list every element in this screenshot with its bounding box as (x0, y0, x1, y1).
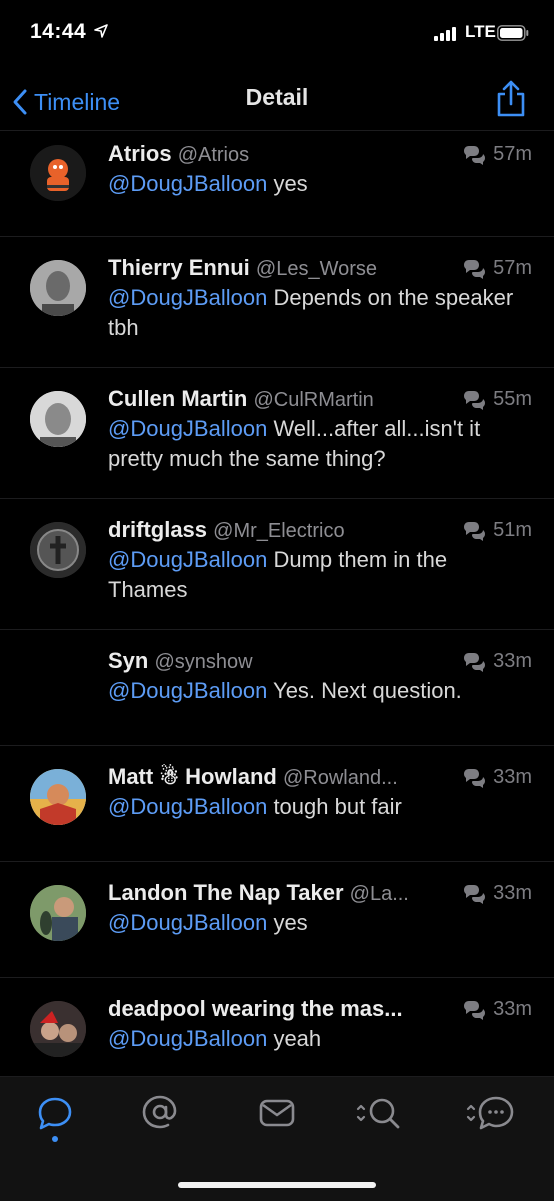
network-type: LTE (465, 22, 496, 41)
tweet-time: 51m (493, 519, 532, 541)
tweet-meta: 57m (461, 143, 532, 166)
author-name: Syn (108, 648, 149, 673)
battery-icon (497, 25, 529, 46)
list-item[interactable]: deadpool wearing the mas... @DougJBalloo… (0, 978, 554, 1078)
tab-messages[interactable] (247, 1093, 307, 1143)
author-name: Landon The Nap Taker (108, 880, 344, 905)
conversation-icon (464, 768, 486, 788)
tweet-text: @DougJBalloon Dump them in the Thames (108, 547, 448, 602)
list-item[interactable]: Thierry Ennui @Les_Worse @DougJBalloon D… (0, 237, 554, 368)
author-handle: @Mr_Electrico (213, 520, 345, 542)
navigation-bar: Timeline Detail (0, 72, 554, 131)
avatar[interactable] (30, 522, 86, 578)
conversation-icon (464, 521, 486, 541)
avatar[interactable] (30, 653, 86, 709)
tweet-meta: 33m (461, 998, 532, 1021)
tweet-text: @DougJBalloon tough but fair (108, 794, 402, 819)
mention-link[interactable]: @DougJBalloon (108, 1026, 267, 1051)
mention-link[interactable]: @DougJBalloon (108, 416, 267, 441)
mention-link[interactable]: @DougJBalloon (108, 910, 267, 935)
tweet-meta: 33m (461, 766, 532, 789)
tweet-time: 33m (493, 766, 532, 788)
tweet-text: @DougJBalloon yes (108, 171, 308, 196)
list-item[interactable]: Cullen Martin @CulRMartin @DougJBalloon … (0, 368, 554, 499)
status-bar: 14:44 LTE (0, 0, 554, 70)
author-name: deadpool wearing the mas... (108, 996, 403, 1021)
tweet-text: @DougJBalloon Well...after all...isn't i… (108, 416, 481, 471)
avatar[interactable] (30, 391, 86, 447)
author-name: Matt ☃ Howland (108, 764, 277, 789)
tweet-time: 33m (493, 650, 532, 672)
conversation-icon (38, 1097, 72, 1142)
tweet-meta: 51m (461, 519, 532, 542)
replies-list: Atrios @Atrios @DougJBalloon yes 57m Thi… (0, 131, 554, 1078)
mentions-icon (142, 1095, 177, 1129)
conversation-icon (464, 1000, 486, 1020)
author-handle: @Rowland... (282, 767, 398, 789)
conversation-icon (464, 390, 486, 410)
avatar[interactable] (30, 885, 86, 941)
tweet-meta: 55m (461, 388, 532, 411)
author-name: driftglass (108, 517, 208, 542)
tab-conversations[interactable] (25, 1093, 85, 1143)
tweet-meta: 33m (461, 882, 532, 905)
page-title: Detail (245, 84, 309, 110)
conversation-icon (464, 652, 486, 672)
mention-link[interactable]: @DougJBalloon (108, 171, 267, 196)
author-handle: @Les_Worse (255, 258, 378, 280)
tweet-time: 57m (493, 257, 532, 279)
avatar[interactable] (30, 769, 86, 825)
messages-icon (259, 1099, 295, 1127)
location-arrow-icon (94, 24, 108, 43)
author-handle: @CulRMartin (253, 389, 374, 411)
author-handle: @synshow (154, 651, 253, 673)
conversation-icon (464, 884, 486, 904)
tweet-time: 57m (493, 143, 532, 165)
author-name: Thierry Ennui (108, 255, 250, 280)
search-icon (356, 1098, 400, 1129)
avatar[interactable] (30, 260, 86, 316)
tweet-time: 55m (493, 388, 532, 410)
author-name: Cullen Martin (108, 386, 248, 411)
status-time: 14:44 (30, 20, 87, 43)
mention-link[interactable]: @DougJBalloon (108, 547, 267, 572)
list-item[interactable]: Matt ☃ Howland @Rowland... @DougJBalloon… (0, 746, 554, 862)
conversation-icon (464, 145, 486, 165)
mention-link[interactable]: @DougJBalloon (108, 285, 267, 310)
conversation-icon (464, 259, 486, 279)
author-name: Atrios (108, 141, 172, 166)
list-item[interactable]: Atrios @Atrios @DougJBalloon yes 57m (0, 131, 554, 237)
list-item[interactable]: driftglass @Mr_Electrico @DougJBalloon D… (0, 499, 554, 630)
author-handle: @La... (349, 883, 409, 905)
tweet-meta: 57m (461, 257, 532, 280)
tab-lists[interactable] (462, 1093, 522, 1143)
share-button[interactable] (494, 80, 528, 123)
tweet-meta: 33m (461, 650, 532, 673)
mention-link[interactable]: @DougJBalloon (108, 678, 267, 703)
tweet-text: @DougJBalloon Yes. Next question. (108, 678, 462, 703)
cellular-signal-icon (434, 27, 460, 46)
tweet-text: @DougJBalloon Depends on the speaker tbh (108, 285, 514, 340)
tweet-text: @DougJBalloon yes (108, 910, 308, 935)
avatar[interactable] (30, 1001, 86, 1057)
tweet-time: 33m (493, 882, 532, 904)
lists-icon (466, 1096, 514, 1130)
list-item[interactable]: Landon The Nap Taker @La... @DougJBalloo… (0, 862, 554, 978)
tweet-text: @DougJBalloon yeah (108, 1026, 322, 1051)
list-item[interactable]: Syn @synshow @DougJBalloon Yes. Next que… (0, 630, 554, 746)
avatar[interactable] (30, 145, 86, 201)
tab-mentions[interactable] (130, 1093, 190, 1143)
tab-search[interactable] (350, 1093, 410, 1143)
home-indicator[interactable] (178, 1182, 376, 1188)
mention-link[interactable]: @DougJBalloon (108, 794, 267, 819)
tweet-time: 33m (493, 998, 532, 1020)
author-handle: @Atrios (177, 144, 250, 166)
share-icon (497, 80, 525, 117)
